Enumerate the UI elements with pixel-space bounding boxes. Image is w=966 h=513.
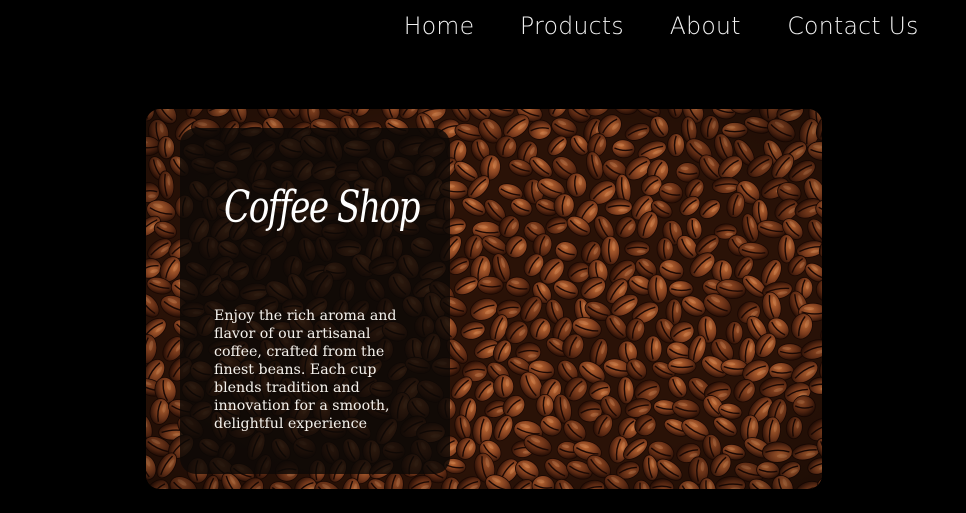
nav-products-link[interactable]: Products bbox=[520, 8, 624, 44]
nav-about-link[interactable]: About bbox=[670, 8, 741, 44]
hero-title: Coffee Shop bbox=[224, 182, 421, 233]
nav-contact-us-link[interactable]: Contact Us bbox=[787, 8, 918, 44]
top-navigation: Home Products About Contact Us bbox=[359, 8, 920, 44]
hero-description: Enjoy the rich aroma and flavor of our a… bbox=[214, 308, 397, 432]
nav-home-link[interactable]: Home bbox=[404, 8, 475, 44]
